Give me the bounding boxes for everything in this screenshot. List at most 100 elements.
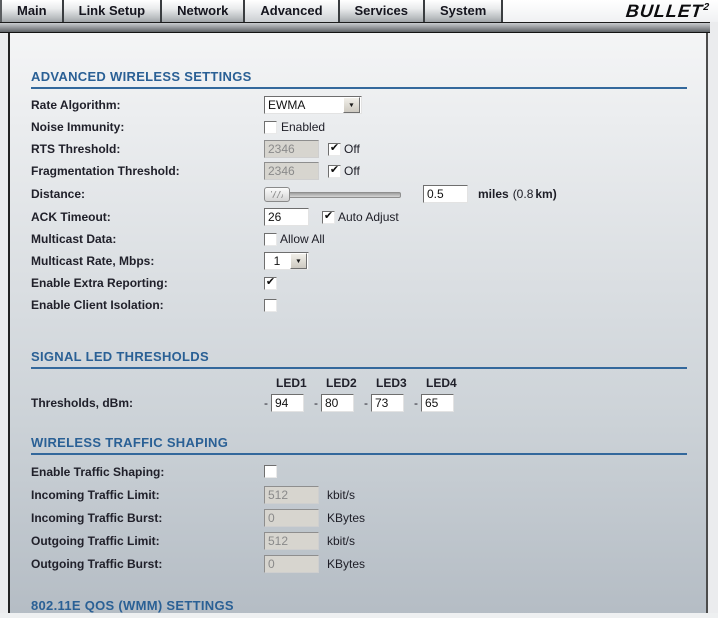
row-enable-traffic-shaping: Enable Traffic Shaping: ✔ <box>31 460 687 483</box>
ack-timeout-label: ACK Timeout: <box>31 210 111 224</box>
row-multicast-data: Multicast Data: ✔ Allow All <box>31 228 687 250</box>
led1-threshold-input[interactable] <box>271 394 304 412</box>
tab-services[interactable]: Services <box>337 0 424 22</box>
row-rate-algorithm: Rate Algorithm: EWMA ▼ <box>31 94 687 116</box>
client-isolation-checkbox[interactable]: ✔ <box>264 298 277 312</box>
incoming-traffic-limit-input[interactable] <box>264 485 319 504</box>
row-noise-immunity: Noise Immunity: ✔ Enabled <box>31 116 687 138</box>
multicast-data-label: Multicast Data: <box>31 232 117 246</box>
rts-off-checkbox[interactable]: ✔ <box>328 141 341 156</box>
row-multicast-rate: Multicast Rate, Mbps: 1 ▼ <box>31 250 687 272</box>
multicast-data-text: Allow All <box>280 232 325 246</box>
chevron-down-icon: ▼ <box>295 257 302 265</box>
led3-header: LED3 <box>376 376 407 390</box>
section-title-traffic-shaping: WIRELESS TRAFFIC SHAPING <box>31 435 687 455</box>
led4-threshold-input[interactable] <box>421 394 454 412</box>
ack-timeout-input[interactable] <box>264 208 309 226</box>
incoming-traffic-burst-label: Incoming Traffic Burst: <box>31 510 163 525</box>
fragmentation-off-checkbox[interactable]: ✔ <box>328 163 341 178</box>
led2-threshold-input[interactable] <box>321 394 354 412</box>
section-title-signal-led: SIGNAL LED THRESHOLDS <box>31 349 687 369</box>
minus-sign: - <box>364 396 368 410</box>
chevron-down-icon: ▼ <box>348 101 355 109</box>
row-incoming-traffic-limit: Incoming Traffic Limit: kbit/s <box>31 483 687 506</box>
led4-header: LED4 <box>426 376 457 390</box>
row-ack-timeout: ACK Timeout: ✔ Auto Adjust <box>31 206 687 228</box>
rate-algorithm-select-button[interactable]: ▼ <box>343 97 360 113</box>
fragmentation-off-text: Off <box>344 164 360 178</box>
enable-traffic-shaping-label: Enable Traffic Shaping: <box>31 464 165 479</box>
rts-threshold-label: RTS Threshold: <box>31 142 121 156</box>
rts-off-text: Off <box>344 142 360 156</box>
row-outgoing-traffic-burst: Outgoing Traffic Burst: KBytes <box>31 552 687 575</box>
extra-reporting-label: Enable Extra Reporting: <box>31 276 168 290</box>
incoming-traffic-limit-label: Incoming Traffic Limit: <box>31 487 160 502</box>
row-outgoing-traffic-limit: Outgoing Traffic Limit: kbit/s <box>31 529 687 552</box>
outgoing-traffic-limit-unit: kbit/s <box>327 533 356 548</box>
led-table: LED1 LED2 LED3 LED4 - - - - <box>264 374 464 414</box>
logo-area: BULLET2 <box>501 0 718 22</box>
distance-label: Distance: <box>31 187 86 201</box>
minus-sign: - <box>314 396 318 410</box>
incoming-traffic-limit-unit: kbit/s <box>327 487 356 502</box>
rate-algorithm-label: Rate Algorithm: <box>31 98 121 112</box>
fragmentation-threshold-label: Fragmentation Threshold: <box>31 164 180 178</box>
thresholds-dbm-label: Thresholds, dBm: <box>31 396 134 410</box>
distance-slider-handle[interactable] <box>264 186 290 202</box>
noise-immunity-checkbox[interactable]: ✔ <box>264 120 277 134</box>
distance-converted-unit: km) <box>535 187 557 201</box>
tab-link-setup[interactable]: Link Setup <box>61 0 161 22</box>
outgoing-traffic-limit-input[interactable] <box>264 531 319 550</box>
row-extra-reporting: Enable Extra Reporting: ✔ <box>31 272 687 294</box>
row-fragmentation-threshold: Fragmentation Threshold: ✔ Off <box>31 160 687 182</box>
tab-network[interactable]: Network <box>160 0 244 22</box>
led2-header: LED2 <box>326 376 357 390</box>
rate-algorithm-select[interactable]: EWMA ▼ <box>264 96 362 114</box>
led3-threshold-input[interactable] <box>371 394 404 412</box>
outgoing-traffic-burst-label: Outgoing Traffic Burst: <box>31 556 163 571</box>
client-isolation-label: Enable Client Isolation: <box>31 298 164 312</box>
enable-traffic-shaping-checkbox[interactable]: ✔ <box>264 465 277 478</box>
distance-input[interactable] <box>423 185 468 203</box>
noise-immunity-label: Noise Immunity: <box>31 120 125 134</box>
led1-header: LED1 <box>276 376 307 390</box>
multicast-rate-select-button[interactable]: ▼ <box>290 253 307 269</box>
ack-auto-adjust-text: Auto Adjust <box>338 210 399 224</box>
slider-grip-icon <box>271 190 283 198</box>
distance-unit: miles <box>478 187 509 201</box>
bottom-strip <box>0 613 718 618</box>
noise-immunity-option-text: Enabled <box>281 120 326 134</box>
multicast-rate-select[interactable]: 1 ▼ <box>264 252 309 270</box>
multicast-data-checkbox[interactable]: ✔ <box>264 232 277 246</box>
checkmark-icon: ✔ <box>265 275 276 288</box>
fragmentation-threshold-input[interactable] <box>264 162 319 180</box>
multicast-rate-label: Multicast Rate, Mbps: <box>31 254 155 268</box>
outgoing-traffic-burst-unit: KBytes <box>327 556 366 571</box>
led-thresholds-block: Thresholds, dBm: LED1 LED2 LED3 LED4 - -… <box>31 374 687 414</box>
minus-sign: - <box>414 396 418 410</box>
row-rts-threshold: RTS Threshold: ✔ Off <box>31 138 687 160</box>
rts-threshold-input[interactable] <box>264 140 319 158</box>
ack-auto-adjust-checkbox[interactable]: ✔ <box>322 209 335 224</box>
tab-system[interactable]: System <box>423 0 502 22</box>
metallic-divider-band <box>0 22 710 33</box>
checkmark-icon: ✔ <box>323 209 334 222</box>
checkmark-icon: ✔ <box>329 141 340 154</box>
incoming-traffic-burst-input[interactable] <box>264 508 319 527</box>
outgoing-traffic-limit-label: Outgoing Traffic Limit: <box>31 533 160 548</box>
distance-slider[interactable] <box>264 186 401 202</box>
checkmark-icon: ✔ <box>329 163 340 176</box>
section-title-advanced-wireless: ADVANCED WIRELESS SETTINGS <box>31 69 687 89</box>
incoming-traffic-burst-unit: KBytes <box>327 510 366 525</box>
extra-reporting-checkbox[interactable]: ✔ <box>264 275 277 290</box>
row-client-isolation: Enable Client Isolation: ✔ <box>31 294 687 316</box>
tab-bar: Main Link Setup Network Advanced Services Sys… <box>0 0 718 33</box>
row-incoming-traffic-burst: Incoming Traffic Burst: KBytes <box>31 506 687 529</box>
content-frame: ADVANCED WIRELESS SETTINGS Rate Algorith… <box>8 33 708 618</box>
distance-converted: (0.8 <box>512 187 534 201</box>
outgoing-traffic-burst-input[interactable] <box>264 554 319 573</box>
row-distance: Distance: miles (0.8 km) <box>31 182 687 206</box>
minus-sign: - <box>264 396 268 410</box>
tab-main[interactable]: Main <box>0 0 62 22</box>
bullet-logo: BULLET2 <box>625 1 711 21</box>
